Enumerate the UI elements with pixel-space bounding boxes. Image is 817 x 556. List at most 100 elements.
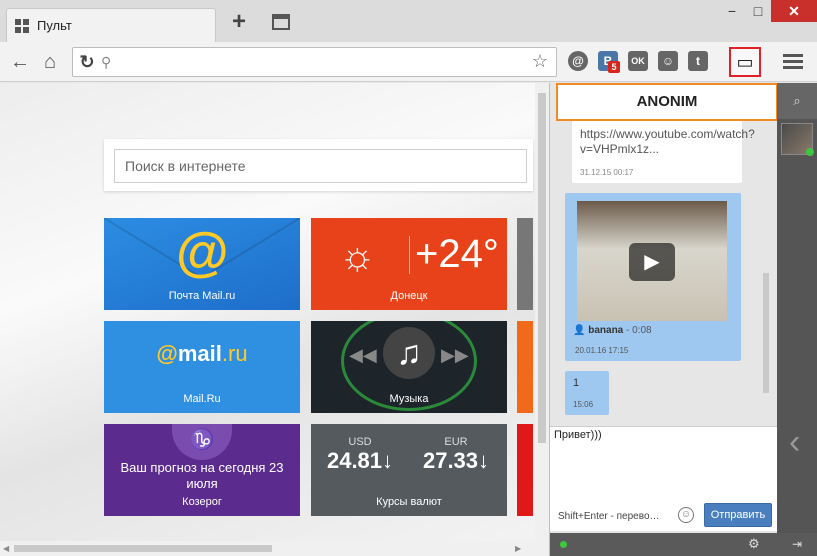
reload-icon[interactable]: ↻ (77, 52, 97, 72)
tile-mailru-label: Mail.Ru (183, 393, 221, 405)
chat-bubble-icon: ▭ (736, 52, 754, 72)
music-note-icon: ♫ (383, 327, 435, 379)
tile-weather[interactable]: ☼ +24° Донецк (311, 218, 507, 310)
tile-music[interactable]: ◀◀ ♫ ▶▶ Музыка (311, 321, 507, 413)
speed-dial-page: @ Почта Mail.ru ☼ +24° Донецк @mail.ru M… (0, 83, 549, 543)
shift-enter-hint: Shift+Enter - перево… (558, 511, 660, 522)
video-info: 👤 banana - 0:08 (573, 325, 733, 336)
play-icon[interactable]: ▶ (629, 243, 675, 281)
chat-toggle-button[interactable]: ▭ (729, 47, 761, 77)
message-link[interactable]: https://www.youtube.com/watch?v=VHPmlx1z… (580, 127, 755, 157)
home-icon[interactable]: ⌂ (38, 50, 62, 74)
weather-divider (409, 236, 410, 274)
message-time: 31.12.15 00:17 (580, 168, 634, 177)
address-bar[interactable]: ↻ ⚲ ☆ (72, 47, 557, 77)
chat-panel: ANONIM https://www.youtube.com/watch?v=V… (549, 83, 778, 556)
web-search-box (104, 139, 533, 191)
message-text: 1 (573, 377, 580, 389)
browser-toolbar: ← ⌂ ↻ ⚲ ☆ @ B 5 OK ☺ t ▭ (0, 42, 817, 82)
message-time: 20.01.16 17:15 (575, 346, 629, 355)
sun-icon: ☼ (339, 234, 376, 278)
scroll-left-icon[interactable]: ◀ (3, 544, 9, 553)
page-horizontal-scroll-thumb[interactable] (14, 545, 272, 552)
mail-extension-icon[interactable]: @ (568, 51, 588, 71)
mailru-logo: @mail.ru (104, 341, 300, 367)
mailru-logo-at: @ (156, 341, 178, 366)
horoscope-text: Ваш прогноз на сегодня 23 июля (120, 460, 284, 491)
twitter-extension-icon[interactable]: t (688, 51, 708, 71)
tile-mailru[interactable]: @mail.ru Mail.Ru (104, 321, 300, 413)
collapse-chevron-icon[interactable]: ‹ (789, 423, 800, 462)
usd-rate: USD 24.81↓ (315, 436, 405, 474)
contacts-sidebar: ⌕ ‹ ⇥ (777, 83, 817, 556)
address-input[interactable] (117, 52, 517, 72)
search-icon: ⚲ (101, 54, 112, 70)
exit-icon[interactable]: ⇥ (777, 533, 817, 556)
tile-currency-label: Курсы валют (376, 496, 442, 508)
usd-value: 24.81↓ (326, 448, 394, 473)
chat-message: 1 15:06 (565, 371, 609, 415)
tile-mail[interactable]: @ Почта Mail.ru (104, 218, 300, 310)
mailru-logo-mail: mail (177, 341, 222, 366)
mail-at-icon: @ (176, 222, 229, 282)
vk-badge: 5 (608, 61, 620, 73)
scroll-right-icon[interactable]: ▶ (515, 544, 521, 553)
video-thumbnail[interactable]: ▶ (577, 201, 727, 321)
page-vertical-scroll-thumb[interactable] (538, 93, 546, 443)
online-indicator (806, 148, 814, 156)
weather-temperature: +24° (415, 232, 499, 276)
chat-contact-name: ANONIM (556, 83, 778, 121)
chat-scrollbar[interactable] (762, 123, 770, 423)
tile-music-label: Музыка (389, 393, 429, 405)
tile-partial-1[interactable] (517, 218, 533, 310)
status-online-icon[interactable] (560, 541, 567, 548)
tabs-menu-icon[interactable] (272, 14, 290, 30)
chat-scroll-thumb[interactable] (763, 273, 769, 393)
odnoklassniki-extension-icon[interactable]: OK (628, 51, 648, 71)
page-horizontal-scrollbar[interactable]: ◀ ▶ (0, 541, 549, 556)
send-button[interactable]: Отправить (704, 503, 772, 527)
eur-value: 27.33↓ (422, 448, 490, 473)
page-vertical-scrollbar[interactable] (535, 83, 549, 543)
new-tab-button[interactable]: + (228, 10, 250, 34)
gear-icon[interactable]: ⚙ (748, 536, 760, 552)
capricorn-icon: ♑ (172, 424, 232, 460)
message-composer: Shift+Enter - перево… ☺ Отправить (550, 426, 778, 531)
message-time: 15:06 (573, 400, 594, 409)
tile-partial-3[interactable] (517, 424, 533, 516)
eur-code: EUR (444, 436, 468, 448)
prev-icon: ◀◀ (349, 345, 377, 365)
user-icon: 👤 (573, 325, 586, 336)
tile-horoscope-label: Козерог (182, 496, 222, 508)
title-bar: Пульт + − □ ✕ (0, 0, 817, 42)
bookmark-star-icon[interactable]: ☆ (532, 51, 548, 72)
smile-extension-icon[interactable]: ☺ (658, 51, 678, 71)
tab-pult[interactable]: Пульт (6, 8, 216, 42)
tile-mail-label: Почта Mail.ru (168, 290, 236, 302)
chat-footer: ⚙ (550, 533, 778, 556)
vk-extension-icon[interactable]: B 5 (598, 51, 620, 73)
next-icon: ▶▶ (441, 345, 469, 365)
chat-message: https://www.youtube.com/watch?v=VHPmlx1z… (572, 121, 755, 183)
mailru-logo-ru: .ru (221, 341, 248, 366)
web-search-input[interactable] (114, 149, 527, 183)
message-input[interactable] (554, 429, 772, 497)
video-duration: - 0:08 (626, 325, 652, 336)
tab-label: Пульт (37, 18, 72, 33)
tile-horoscope[interactable]: ♑ Ваш прогноз на сегодня 23 июля Козерог (104, 424, 300, 516)
tile-partial-2[interactable] (517, 321, 533, 413)
emoji-icon[interactable]: ☺ (678, 507, 694, 523)
close-button[interactable]: ✕ (771, 0, 817, 22)
maximize-button[interactable]: □ (745, 0, 771, 22)
minimize-button[interactable]: − (719, 0, 745, 22)
contact-avatar[interactable] (781, 123, 814, 156)
tile-currency[interactable]: USD 24.81↓ EUR 27.33↓ Курсы валют (311, 424, 507, 516)
eur-rate: EUR 27.33↓ (411, 436, 501, 474)
contacts-search-icon[interactable]: ⌕ (777, 83, 817, 119)
video-sender: banana (588, 325, 624, 336)
chat-message-video: ▶ 👤 banana - 0:08 20.01.16 17:15 (565, 193, 741, 361)
tile-weather-label: Донецк (390, 290, 428, 302)
hamburger-menu-icon[interactable] (783, 54, 803, 70)
back-arrow-icon[interactable]: ← (8, 50, 32, 74)
usd-code: USD (348, 436, 372, 448)
